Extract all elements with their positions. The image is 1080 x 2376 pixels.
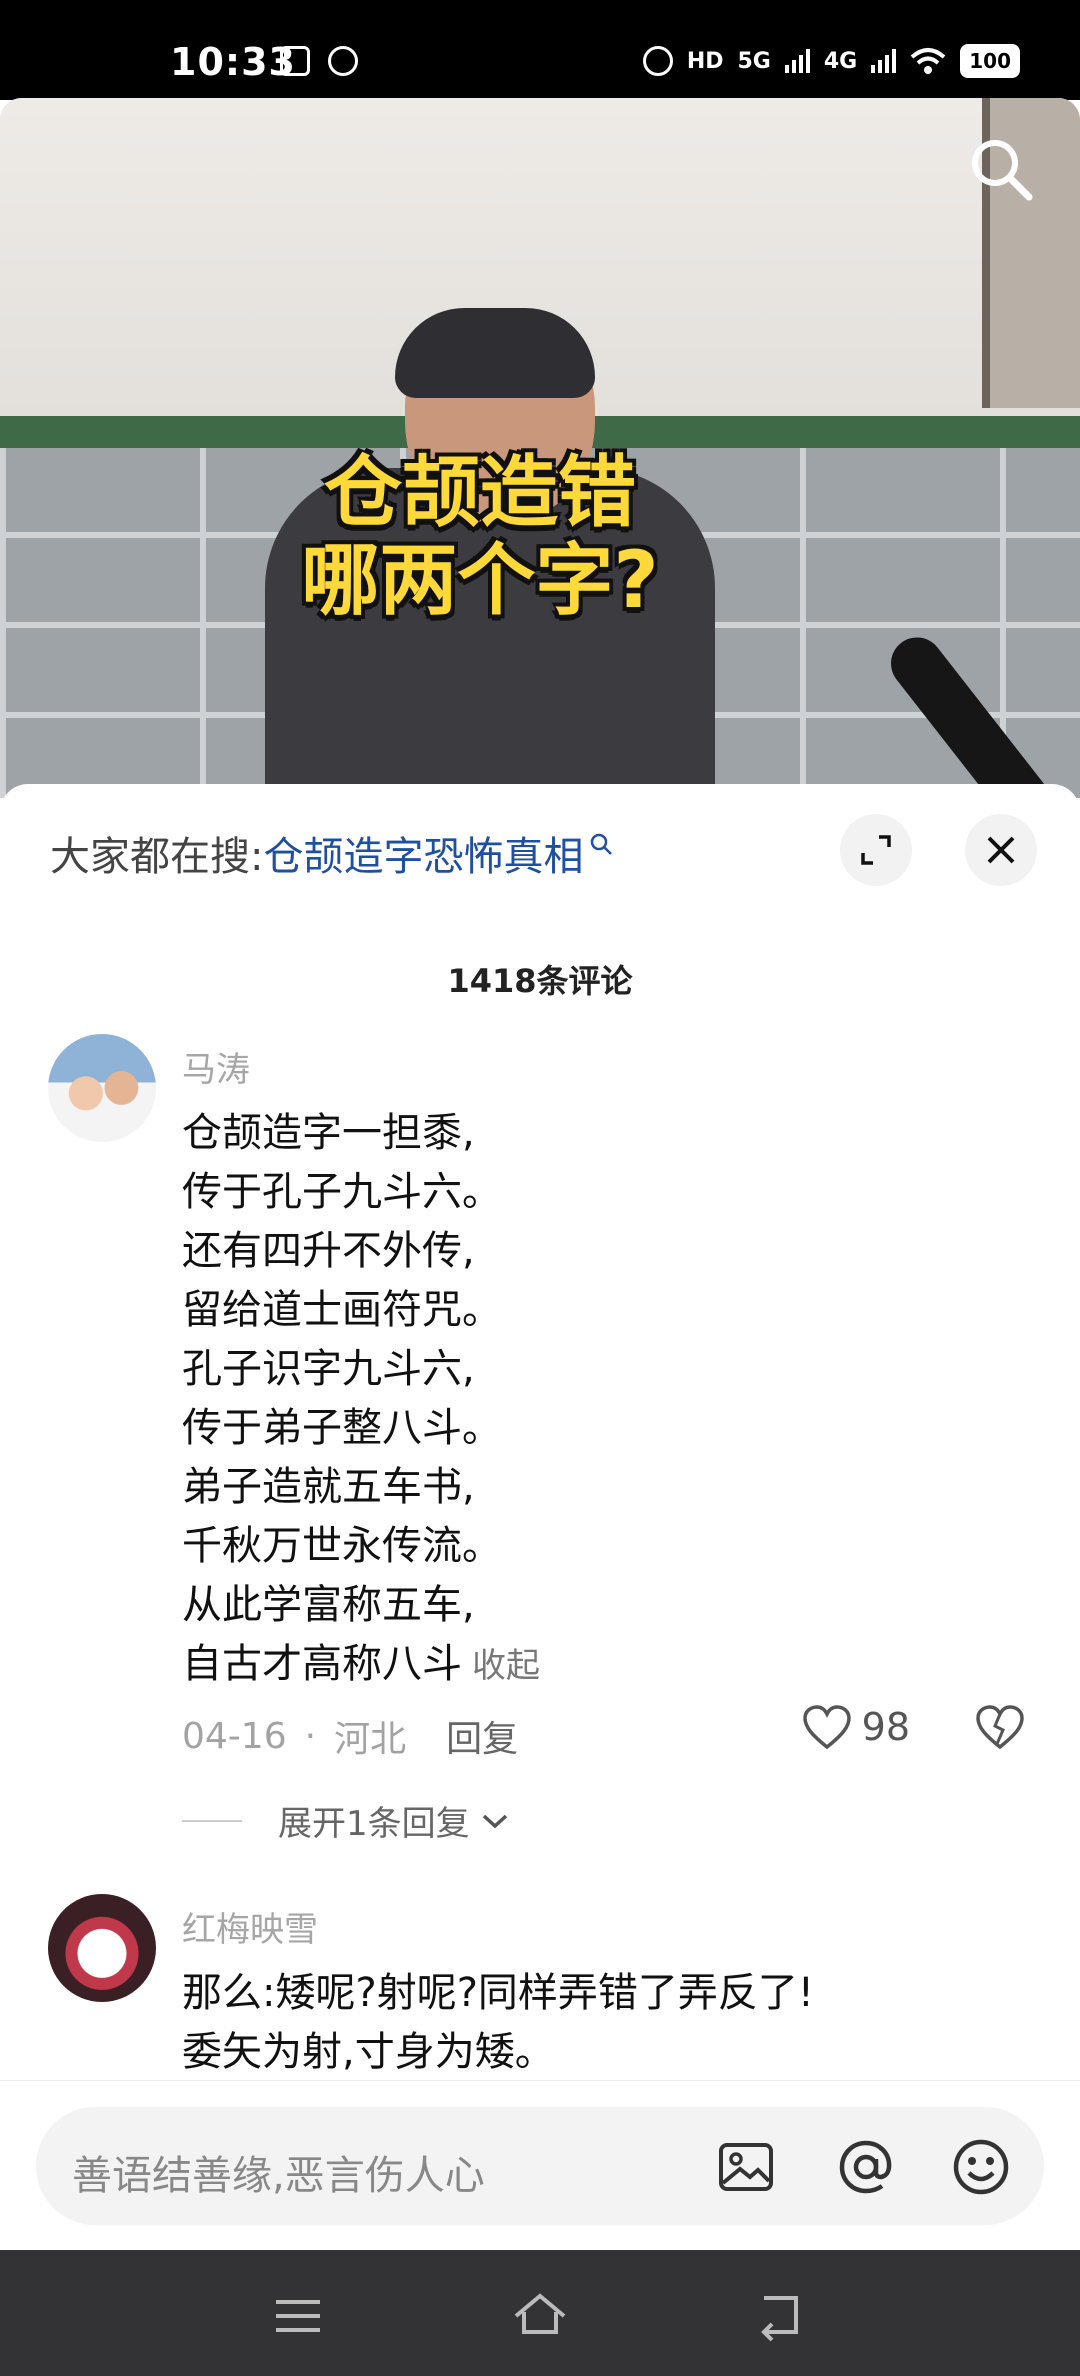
video-person-cap <box>395 308 595 398</box>
comment-line: 留给道士画符咒。 <box>182 1287 502 1333</box>
wifi-icon <box>910 48 946 74</box>
search-icon[interactable] <box>965 133 1035 203</box>
meta-separator: · <box>304 1715 317 1757</box>
comment-line: 自古才高称八斗 <box>182 1641 462 1687</box>
expand-replies-label[interactable]: 展开1条回复 <box>278 1796 470 1845</box>
search-suggestion-link[interactable]: 仓颉造字恐怖真相 <box>263 824 613 882</box>
close-button[interactable] <box>965 814 1037 886</box>
expand-icon <box>861 835 891 865</box>
expand-replies-button[interactable]: 展开1条回复 <box>182 1796 510 1845</box>
comment-input[interactable]: 善语结善缘,恶言伤人心 <box>36 2107 1044 2225</box>
dislike-button[interactable] <box>975 1704 1025 1754</box>
network-4g-label: 4G <box>823 48 858 74</box>
at-icon[interactable] <box>836 2137 896 2197</box>
broken-heart-icon <box>976 1705 1024 1750</box>
status-time: 10:33 <box>170 40 296 84</box>
comment-line: 仓颉造字一担黍, <box>182 1110 475 1156</box>
collapse-link[interactable]: 收起 <box>472 1646 540 1686</box>
comment-count: 1418条评论 <box>447 962 633 1000</box>
avatar[interactable] <box>48 1034 156 1142</box>
reply-button[interactable]: 回复 <box>446 1710 518 1762</box>
comment-line: 还有四升不外传, <box>182 1228 475 1274</box>
signal-4g-icon <box>871 49 897 73</box>
video-caption-line2: 哪两个字? <box>301 536 659 626</box>
close-icon <box>987 836 1015 864</box>
divider <box>182 1819 242 1822</box>
comment-text: 仓颉造字一担黍, 传于孔子九斗六。 还有四升不外传, 留给道士画符咒。 孔子识字… <box>182 1104 1042 1696</box>
search-icon <box>591 833 613 855</box>
heart-icon <box>802 1705 851 1750</box>
signal-5g-icon <box>784 49 810 73</box>
notification-check-icon <box>280 46 310 76</box>
like-button[interactable]: 98 <box>802 1704 910 1750</box>
home-icon[interactable] <box>512 2288 568 2344</box>
image-icon[interactable] <box>716 2137 776 2197</box>
hd-badge: HD <box>686 48 724 74</box>
status-notification-icons <box>280 46 358 76</box>
search-suggestion: 大家都在搜: 仓颉造字恐怖真相 <box>50 824 613 882</box>
video-player[interactable]: 仓颉造错 哪两个字? <box>0 98 1080 798</box>
back-icon[interactable] <box>752 2288 808 2344</box>
emoji-icon[interactable] <box>951 2137 1011 2197</box>
like-count: 98 <box>861 1705 910 1749</box>
comment-date: 04-16 <box>182 1715 287 1757</box>
chevron-down-icon <box>482 1814 507 1828</box>
status-indicators: HD 5G 4G 100 <box>642 44 1020 78</box>
comment-meta: 04-16 · 河北 回复 <box>182 1710 518 1762</box>
system-nav-bar <box>0 2250 1080 2376</box>
comment-line: 传于孔子九斗六。 <box>182 1169 502 1215</box>
comment-line: 委矢为射,寸身为矮。 <box>182 2029 555 2075</box>
comment-text: 那么:矮呢?射呢?同样弄错了弄反了! 委矢为射,寸身为矮。 <box>182 1964 1042 2082</box>
expand-button[interactable] <box>840 814 912 886</box>
comment-line: 千秋万世永传流。 <box>182 1523 502 1569</box>
alarm-icon <box>642 46 673 76</box>
comment-line: 那么:矮呢?射呢?同样弄错了弄反了! <box>182 1970 814 2016</box>
network-5g-label: 5G <box>737 48 771 74</box>
search-suggestion-query[interactable]: 仓颉造字恐怖真相 <box>263 824 583 882</box>
comment-input-placeholder: 善语结善缘,恶言伤人心 <box>72 2153 485 2199</box>
menu-icon[interactable] <box>270 2288 326 2344</box>
comment-line: 孔子识字九斗六, <box>182 1346 475 1392</box>
avatar[interactable] <box>48 1894 156 2002</box>
notification-app-icon <box>328 46 358 76</box>
battery-indicator: 100 <box>960 44 1020 78</box>
comments-panel: 大家都在搜: 仓颉造字恐怖真相 1418条评论 马涛 仓颉造字一担黍, 传于孔子… <box>0 784 1080 2088</box>
status-bar: 10:33 HD 5G 4G 100 <box>0 0 1080 100</box>
comment-username[interactable]: 马涛 <box>182 1042 250 1091</box>
search-suggestion-label: 大家都在搜: <box>50 834 264 880</box>
comment-line: 弟子造就五车书, <box>182 1464 475 1510</box>
comment-username[interactable]: 红梅映雪 <box>182 1902 318 1951</box>
comment-line: 传于弟子整八斗。 <box>182 1405 502 1451</box>
comment-location: 河北 <box>334 1719 407 1760</box>
comment-line: 从此学富称五车, <box>182 1582 475 1628</box>
comment-input-area: 善语结善缘,恶言伤人心 <box>0 2080 1080 2251</box>
